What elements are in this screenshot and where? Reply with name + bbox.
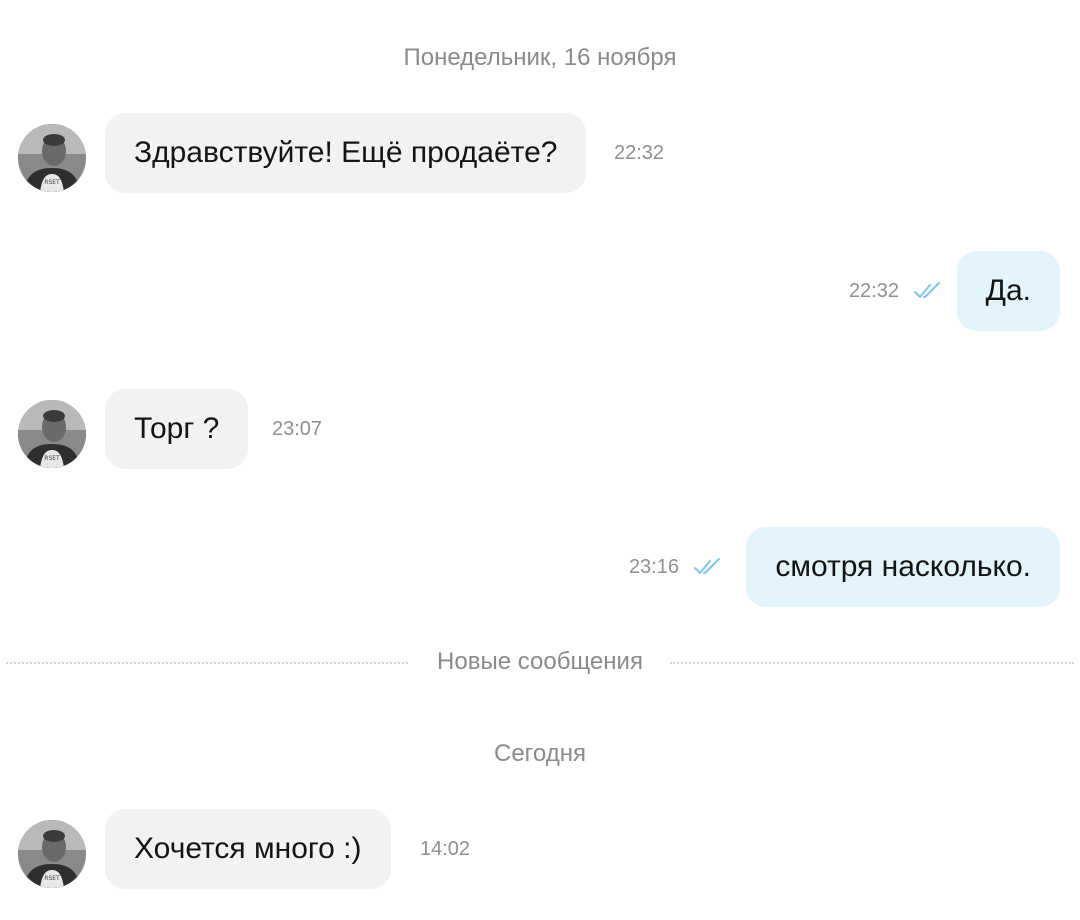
message-row-incoming: RSET Хочется много :) 14:02 (0, 809, 1080, 891)
new-messages-divider: Новые сообщения (0, 648, 1080, 682)
message-time: 23:16 (628, 555, 679, 578)
message-bubble-outgoing[interactable]: смотря насколько. (746, 527, 1060, 607)
message-row-incoming: RSET Торг ? 23:07 (0, 389, 1080, 471)
sender-avatar[interactable]: RSET (18, 400, 86, 468)
divider-line-right (670, 662, 1074, 664)
svg-text:RSET: RSET (44, 875, 60, 882)
message-bubble-outgoing[interactable]: Да. (956, 251, 1060, 331)
date-separator-today: Сегодня (494, 740, 586, 767)
double-check-icon (913, 281, 943, 301)
sender-avatar[interactable]: RSET (18, 820, 86, 888)
message-row-incoming: RSET Здравствуйте! Ещё продаёте? 22:32 (0, 113, 1080, 195)
message-time: 22:32 (614, 142, 665, 164)
date-separator: Понедельник, 16 ноября (403, 44, 677, 71)
svg-text:RSET: RSET (44, 179, 60, 186)
message-bubble-incoming[interactable]: Торг ? (105, 389, 249, 469)
message-row-outgoing: 23:16 смотря насколько. (0, 527, 1080, 609)
double-check-icon (693, 557, 723, 577)
user-avatar-icon: RSET (18, 124, 86, 192)
user-avatar-icon: RSET (18, 820, 86, 888)
svg-text:RSET: RSET (44, 455, 60, 462)
user-avatar-icon: RSET (18, 400, 86, 468)
message-bubble-incoming[interactable]: Хочется много :) (105, 809, 391, 889)
message-time: 22:32 (848, 279, 899, 302)
sender-avatar[interactable]: RSET (18, 124, 86, 192)
message-meta: 22:32 (849, 251, 943, 331)
message-bubble-incoming[interactable]: Здравствуйте! Ещё продаёте? (105, 113, 587, 193)
message-time: 23:07 (272, 418, 323, 440)
message-row-outgoing: 22:32 Да. (0, 251, 1080, 333)
message-meta: 23:16 (629, 527, 723, 607)
message-time: 14:02 (420, 838, 471, 860)
